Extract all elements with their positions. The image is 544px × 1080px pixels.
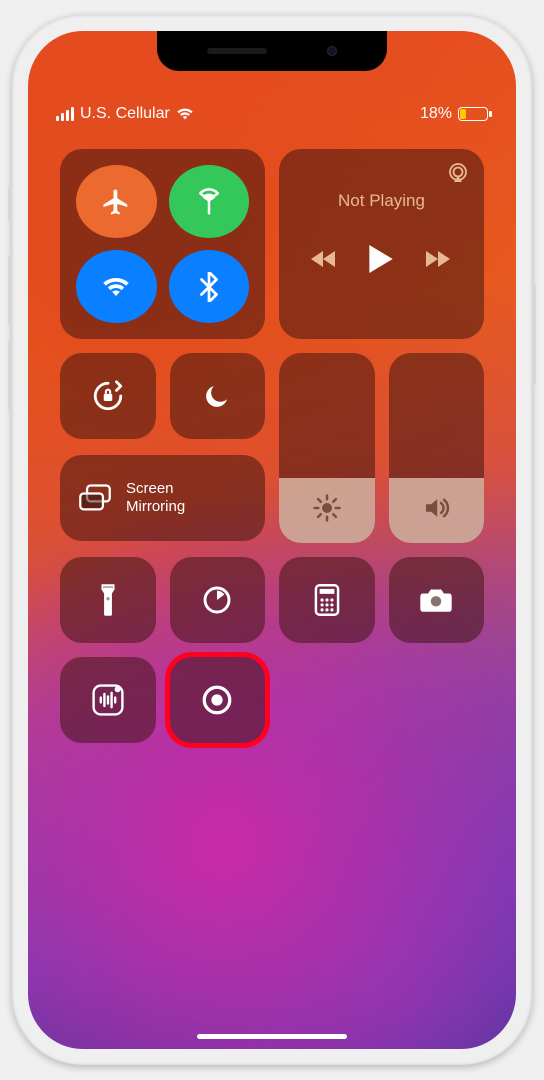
camera-button[interactable] [389, 557, 485, 643]
do-not-disturb-icon [202, 381, 232, 411]
control-center: Not Playing [28, 131, 516, 743]
volume-icon [421, 493, 451, 523]
bluetooth-toggle[interactable] [169, 250, 250, 323]
calculator-button[interactable] [279, 557, 375, 643]
earpiece [207, 48, 267, 54]
orientation-lock-toggle[interactable] [60, 353, 156, 439]
airplane-icon [101, 187, 131, 217]
previous-track-icon [311, 249, 337, 269]
notch [157, 31, 387, 71]
carrier-label: U.S. Cellular [80, 105, 170, 123]
wifi-icon [101, 275, 131, 299]
camera-icon [419, 586, 453, 614]
side-button[interactable] [532, 285, 536, 385]
flashlight-icon [97, 583, 119, 617]
flashlight-button[interactable] [60, 557, 156, 643]
do-not-disturb-toggle[interactable] [170, 353, 266, 439]
volume-up-button[interactable] [8, 255, 12, 325]
previous-track-button[interactable] [311, 249, 337, 269]
next-track-button[interactable] [426, 249, 452, 269]
orientation-lock-icon [91, 379, 125, 413]
airplay-icon[interactable] [446, 161, 470, 185]
front-camera [327, 46, 337, 56]
phone-frame: U.S. Cellular 18% [12, 15, 532, 1065]
voice-memos-button[interactable] [60, 657, 156, 743]
brightness-icon [312, 493, 342, 523]
voice-memos-icon [90, 682, 126, 718]
cellular-antenna-icon [194, 187, 224, 217]
brightness-slider[interactable] [279, 353, 375, 543]
next-track-icon [426, 249, 452, 269]
cellular-data-toggle[interactable] [169, 165, 250, 238]
wifi-toggle[interactable] [76, 250, 157, 323]
play-icon [369, 245, 393, 273]
now-playing-label: Not Playing [295, 191, 468, 211]
timer-button[interactable] [170, 557, 266, 643]
calculator-icon [314, 584, 340, 616]
home-indicator[interactable] [197, 1034, 347, 1039]
screen-mirroring-icon [78, 484, 112, 512]
bluetooth-icon [199, 272, 219, 302]
shortcut-row-2 [60, 657, 484, 743]
cellular-signal-icon [56, 107, 74, 121]
battery-icon [458, 107, 488, 121]
connectivity-tile[interactable] [60, 149, 265, 339]
wifi-status-icon [176, 107, 194, 121]
volume-slider[interactable] [389, 353, 485, 543]
shortcut-row-1 [60, 557, 484, 643]
media-tile[interactable]: Not Playing [279, 149, 484, 339]
screen-record-icon [200, 683, 234, 717]
mirroring-label: Screen Mirroring [126, 480, 185, 516]
mute-switch[interactable] [8, 185, 12, 221]
screen-record-button[interactable] [170, 657, 266, 743]
volume-down-button[interactable] [8, 340, 12, 410]
screen: U.S. Cellular 18% [28, 31, 516, 1049]
play-button[interactable] [369, 245, 393, 273]
airplane-mode-toggle[interactable] [76, 165, 157, 238]
screen-mirroring-button[interactable]: Screen Mirroring [60, 455, 265, 541]
timer-icon [201, 584, 233, 616]
battery-percent: 18% [420, 105, 452, 123]
